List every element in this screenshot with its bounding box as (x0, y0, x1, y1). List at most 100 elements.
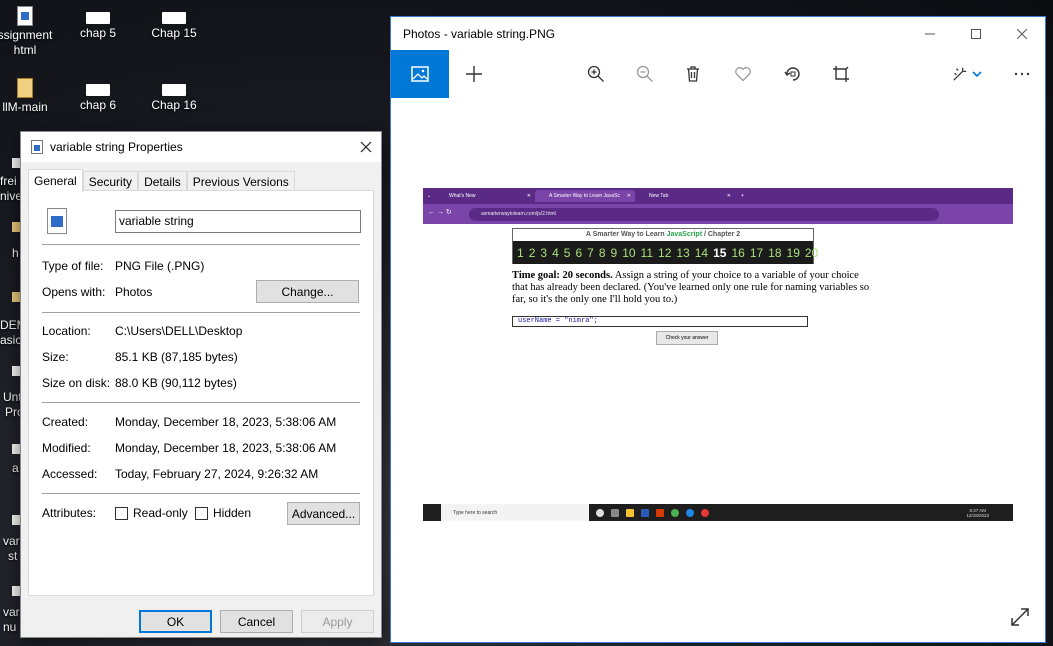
created-label: Created: (42, 415, 89, 429)
document-icon (17, 6, 33, 26)
image-omnibox: asmarterwaytolearn.com/js/2.html (469, 207, 939, 221)
location-label: Location: (42, 324, 91, 338)
heart-icon (735, 67, 751, 82)
image-exercise-text: Time goal: 20 seconds. Assign a string o… (512, 270, 872, 306)
ok-button[interactable]: OK (139, 610, 212, 633)
size-on-disk-value: 88.0 KB (90,112 bytes) (115, 376, 237, 390)
image-tab: What's New ✕ (449, 193, 531, 199)
checkbox-box (195, 506, 208, 520)
desktop-icon-chap5[interactable]: chap 5 (58, 6, 138, 41)
desktop-icon-chap16[interactable]: Chap 16 (134, 78, 214, 113)
advanced-button[interactable]: Advanced... (287, 502, 360, 525)
close-button[interactable] (999, 17, 1045, 50)
desktop-icon-partial[interactable] (12, 158, 20, 168)
image-chapter-number: 12 (658, 245, 672, 260)
image-tab-label: What's New (449, 193, 476, 199)
image-chapter-number: 6 (575, 245, 583, 260)
more-icon (1014, 72, 1030, 76)
zoom-out-button[interactable] (625, 50, 665, 98)
trash-icon (687, 66, 699, 82)
apply-button[interactable]: Apply (301, 610, 374, 633)
properties-titlebar[interactable]: variable string Properties (21, 132, 381, 162)
tab-previous-versions[interactable]: Previous Versions (186, 171, 295, 192)
tab-general[interactable]: General (28, 169, 83, 192)
see-all-photos-button[interactable] (391, 50, 449, 98)
desktop-icon-partial[interactable] (12, 586, 20, 596)
desktop-icon-assignment[interactable]: ssignment html (0, 6, 65, 58)
edit-create-button[interactable] (944, 50, 990, 98)
header-suffix: / Chapter 2 (702, 231, 741, 238)
crop-button[interactable] (821, 50, 861, 98)
desktop-icon-chap15[interactable]: Chap 15 (134, 6, 214, 41)
zoom-in-icon (587, 65, 604, 82)
image-header-title: A Smarter Way to Learn JavaScript / Chap… (513, 229, 813, 241)
desktop-icon-partial[interactable] (12, 222, 20, 232)
crop-icon (833, 66, 849, 82)
close-button[interactable] (351, 132, 381, 162)
type-value: PNG File (.PNG) (115, 259, 205, 273)
image-chapter-number: 20 (804, 245, 819, 260)
rotate-button[interactable] (773, 50, 813, 98)
chevron-down-icon (972, 71, 982, 78)
divider (42, 244, 360, 245)
image-word-icon (641, 508, 649, 517)
location-value: C:\Users\DELL\Desktop (115, 324, 243, 338)
tab-security[interactable]: Security (82, 171, 139, 192)
desktop-icon-chap6[interactable]: chap 6 (58, 78, 138, 113)
accessed-value: Today, February 27, 2024, 9:26:32 AM (115, 467, 319, 481)
desktop-edge-label: nu (3, 620, 17, 634)
header-js: JavaScript (666, 231, 703, 238)
plus-icon (466, 66, 482, 82)
desktop-icon-partial[interactable] (12, 366, 20, 376)
general-panel: variable string Type of file: PNG File (… (28, 190, 374, 596)
maximize-button[interactable] (953, 17, 999, 50)
file-icon (86, 12, 110, 24)
image-url: asmarterwaytolearn.com/js/2.html (481, 211, 556, 217)
expand-icon (1011, 608, 1029, 626)
rotate-icon (784, 67, 800, 81)
image-browser-tabs: ⌄ What's New ✕ A Smarter Way to Learn Jav… (423, 188, 1013, 204)
image-chapter-numbers: 1 2 3 4 5 6 7 8 9 10 11 12 13 14 15 16 17 18 19 20 (513, 241, 818, 264)
image-cortana-icon (596, 508, 604, 517)
hidden-checkbox[interactable]: Hidden (195, 506, 251, 520)
image-chapter-number: 10 (622, 245, 636, 260)
tab-details[interactable]: Details (138, 171, 187, 192)
favorite-button[interactable] (723, 50, 763, 98)
delete-button[interactable] (673, 50, 713, 98)
cancel-button[interactable]: Cancel (220, 610, 293, 633)
desktop-icon-partial[interactable] (12, 515, 20, 525)
change-button[interactable]: Change... (256, 280, 359, 303)
file-name-field[interactable]: variable string (115, 210, 361, 233)
divider (42, 312, 360, 313)
image-tab-active: A Smarter Way to Learn JavaSc ✕ (535, 190, 635, 202)
desktop-edge-label: a (12, 461, 19, 475)
read-only-checkbox[interactable]: Read-only (115, 506, 188, 520)
zoom-in-button[interactable] (576, 50, 616, 98)
image-chapter-number: 13 (676, 245, 690, 260)
properties-tabs: General Security Details Previous Versio… (28, 169, 295, 192)
desktop-edge-label: st (8, 549, 18, 563)
minimize-button[interactable] (907, 17, 953, 50)
desktop-icon-label: Chap 16 (151, 98, 197, 112)
desktop-icon-partial[interactable] (12, 292, 20, 302)
type-label: Type of file: (42, 259, 104, 273)
maximize-icon (971, 28, 981, 39)
desktop-icon-partial[interactable] (12, 444, 20, 454)
read-only-label: Read-only (133, 506, 188, 520)
add-button[interactable] (454, 50, 494, 98)
image-file-icon (47, 208, 67, 234)
image-chapter-number: 1 (517, 245, 524, 260)
fullscreen-button[interactable] (1005, 602, 1035, 632)
image-tab: New Tab ✕ (649, 193, 731, 199)
desktop-icon-label: llM-main (2, 100, 48, 114)
accessed-label: Accessed: (42, 467, 98, 481)
image-clock-date: 12/18/2023 (966, 512, 989, 518)
photos-titlebar[interactable]: Photos - variable string.PNG (391, 17, 1045, 50)
zip-folder-icon (17, 78, 33, 98)
desktop-edge-label: h (12, 246, 19, 260)
displayed-image: ⌄ What's New ✕ A Smarter Way to Learn Jav… (423, 188, 1013, 521)
image-taskbar: Type here to search 5:37 AM 12/18/2023 (423, 504, 1013, 521)
desktop-icon-llm-main[interactable]: llM-main (0, 78, 65, 115)
more-options-button[interactable] (1002, 50, 1042, 98)
file-icon (86, 84, 110, 96)
